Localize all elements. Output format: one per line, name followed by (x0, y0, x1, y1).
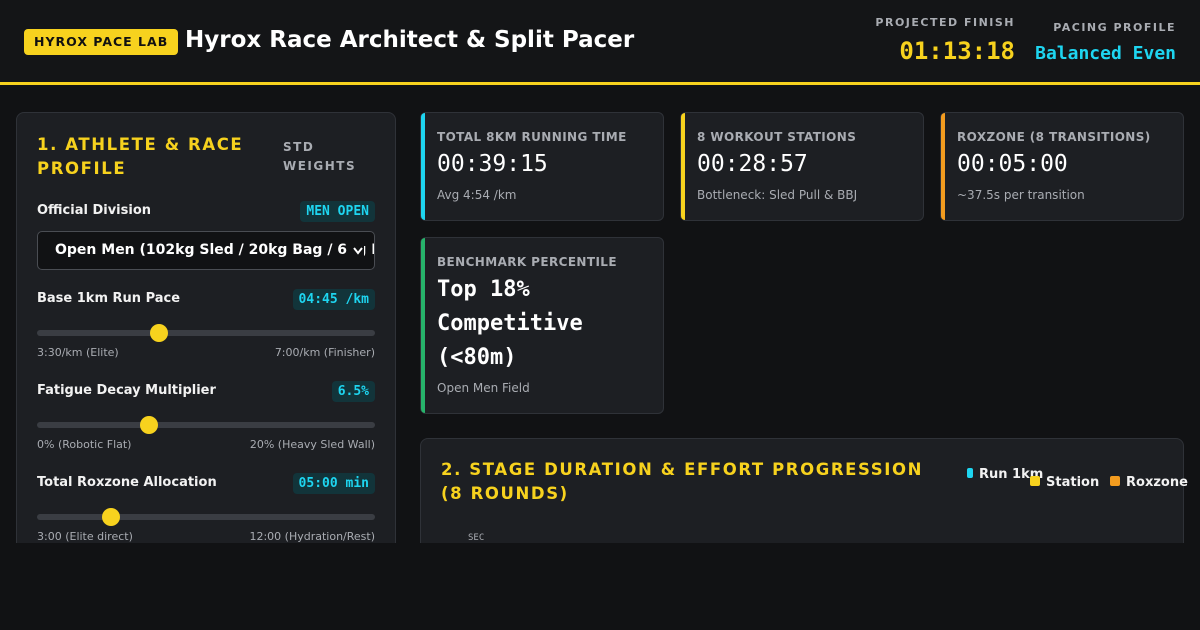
run-pace-slider-thumb[interactable] (149, 324, 168, 342)
roxzone-slider[interactable] (37, 508, 375, 526)
division-select[interactable]: Open Men (102kg Sled / 20kg Bag / 6kg Ba… (37, 231, 375, 270)
legend-station: Station (1030, 473, 1099, 493)
pacing-profile: PACING PROFILE Balanced Even (1035, 21, 1176, 64)
athlete-profile-panel: 1. ATHLETE & RACE PROFILE STD WEIGHTS Of… (16, 112, 396, 572)
roxzone-card-value: 00:05:00 (957, 151, 1068, 177)
fatigue-max-label: 20% (Heavy Sled Wall) (249, 438, 375, 451)
run-pace-max-label: 7:00/km (Finisher) (274, 346, 375, 359)
roxzone-min-label: 3:00 (Elite direct) (37, 530, 133, 543)
fatigue-slider[interactable] (37, 416, 375, 434)
brand-badge: HYROX PACE LAB (24, 29, 179, 55)
legend-swatch (1030, 476, 1040, 486)
projected-finish-label: PROJECTED FINISH (875, 16, 1015, 29)
workout-stations-label: 8 WORKOUT STATIONS (697, 130, 857, 144)
division-select-value: Open Men (102kg Sled / 20kg Bag / 6kg Ba… (55, 242, 375, 258)
progression-title: 2. STAGE DURATION & EFFORT PROGRESSION (… (441, 460, 924, 503)
legend-roxzone-label: Roxzone (1126, 475, 1188, 490)
run-pace-slider[interactable] (37, 324, 375, 342)
running-time-label: TOTAL 8KM RUNNING TIME (437, 130, 627, 144)
legend-roxzone: Roxzone (1110, 473, 1188, 493)
run-pace-label: Base 1km Run Pace (37, 291, 181, 306)
workout-stations-sub: Bottleneck: Sled Pull & BBJ (697, 188, 858, 202)
roxzone-card-label: ROXZONE (8 TRANSITIONS) (957, 130, 1151, 144)
roxzone-card-sub: ~37.5s per transition (957, 188, 1085, 202)
app-title: Hyrox Race Architect & Split Pacer (185, 27, 635, 53)
roxzone-slider-thumb[interactable] (102, 508, 121, 526)
fatigue-value: 6.5% (331, 381, 375, 402)
workout-stations-value: 00:28:57 (697, 151, 808, 177)
legend-swatch (1110, 476, 1120, 486)
run-pace-value: 04:45 /km (292, 289, 375, 310)
chevron-down-icon (348, 232, 364, 269)
legend-station-label: Station (1046, 475, 1100, 490)
running-time-value: 00:39:15 (437, 151, 548, 177)
pacing-profile-label: PACING PROFILE (1053, 21, 1176, 34)
roxzone-label: Total Roxzone Allocation (37, 475, 217, 490)
percentile-value: Top 18% Competitive (<80m) (437, 277, 583, 370)
projected-finish-value: 01:13:18 (899, 37, 1015, 65)
legend-swatch (967, 468, 973, 478)
projected-finish: PROJECTED FINISH 01:13:18 (875, 16, 1015, 65)
app-header: HYROX PACE LAB Hyrox Race Architect & Sp… (0, 0, 1200, 85)
percentile-label: BENCHMARK PERCENTILE (437, 255, 617, 269)
viewport-bottom (0, 543, 1200, 630)
legend-run: Run 1km (967, 465, 1043, 484)
running-time-card: TOTAL 8KM RUNNING TIME 00:39:15 Avg 4:54… (420, 112, 664, 221)
fatigue-label: Fatigue Decay Multiplier (37, 383, 216, 398)
std-weights-label: STD WEIGHTS (283, 140, 357, 173)
benchmark-percentile-card: BENCHMARK PERCENTILE Top 18% Competitive… (420, 237, 664, 414)
fatigue-min-label: 0% (Robotic Flat) (37, 438, 132, 451)
pacing-profile-value: Balanced Even (1035, 43, 1176, 64)
division-chip: MEN OPEN (300, 201, 375, 222)
workout-stations-card: 8 WORKOUT STATIONS 00:28:57 Bottleneck: … (680, 112, 924, 221)
card-accent (421, 113, 425, 220)
running-time-sub: Avg 4:54 /km (437, 188, 517, 202)
percentile-sub: Open Men Field (437, 381, 530, 395)
roxzone-value: 05:00 min (292, 473, 375, 494)
fatigue-slider-thumb[interactable] (139, 416, 158, 434)
roxzone-card: ROXZONE (8 TRANSITIONS) 00:05:00 ~37.5s … (940, 112, 1184, 221)
division-label: Official Division (37, 203, 152, 218)
card-accent (421, 238, 425, 413)
roxzone-max-label: 12:00 (Hydration/Rest) (249, 530, 375, 543)
card-accent (681, 113, 685, 220)
y-axis-unit: SEC (468, 533, 485, 543)
card-accent (941, 113, 945, 220)
profile-panel-title: 1. ATHLETE & RACE PROFILE (37, 135, 244, 178)
run-pace-min-label: 3:30/km (Elite) (37, 346, 119, 359)
